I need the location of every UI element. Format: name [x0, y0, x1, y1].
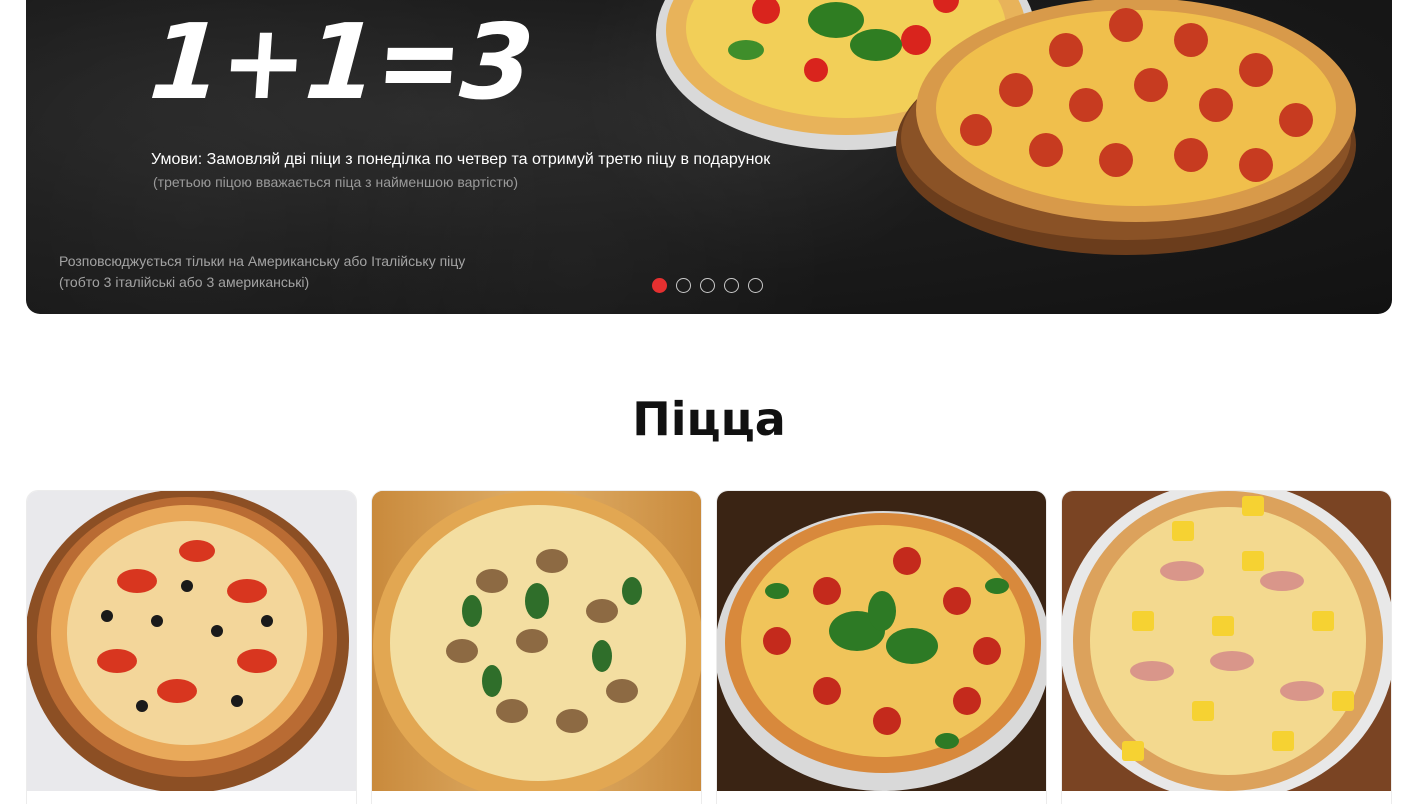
card-footer: [717, 791, 1046, 804]
product-grid: [26, 490, 1392, 804]
slider-dot-2[interactable]: [676, 278, 691, 293]
product-card[interactable]: [1061, 490, 1392, 804]
product-card[interactable]: [26, 490, 357, 804]
promo-scope-line-1: Розповсюджується тільки на Американську …: [59, 253, 466, 269]
pizza-hawaiian-icon[interactable]: [1062, 491, 1392, 791]
pizza-mushroom-icon[interactable]: [372, 491, 702, 791]
card-footer: [27, 791, 356, 804]
slider-dot-4[interactable]: [724, 278, 739, 293]
slider-pagination: [652, 278, 763, 293]
promo-pizzas-image: [656, 0, 1356, 255]
pizza-vegetable-icon[interactable]: [27, 491, 357, 791]
product-card[interactable]: [371, 490, 702, 804]
pizza-salami-basil-icon[interactable]: [717, 491, 1047, 791]
card-footer: [1062, 791, 1391, 804]
slider-dot-1[interactable]: [652, 278, 667, 293]
card-footer: [372, 791, 701, 804]
slider-dot-3[interactable]: [700, 278, 715, 293]
section-title: Піцца: [632, 392, 786, 446]
promo-title: 1+1=3: [145, 1, 536, 123]
slider-dot-5[interactable]: [748, 278, 763, 293]
promo-conditions: Умови: Замовляй дві піци з понеділка по …: [151, 151, 771, 168]
promo-scope-line-2: (тобто 3 італійські або 3 американські): [59, 274, 310, 290]
product-card[interactable]: [716, 490, 1047, 804]
promo-banner[interactable]: 1+1=3 Умови: Замовляй дві піци з понеділ…: [26, 0, 1392, 314]
promo-scope: Розповсюджується тільки на Американську …: [59, 251, 465, 293]
promo-note: (третьою піцою вважається піца з найменш…: [153, 174, 518, 190]
